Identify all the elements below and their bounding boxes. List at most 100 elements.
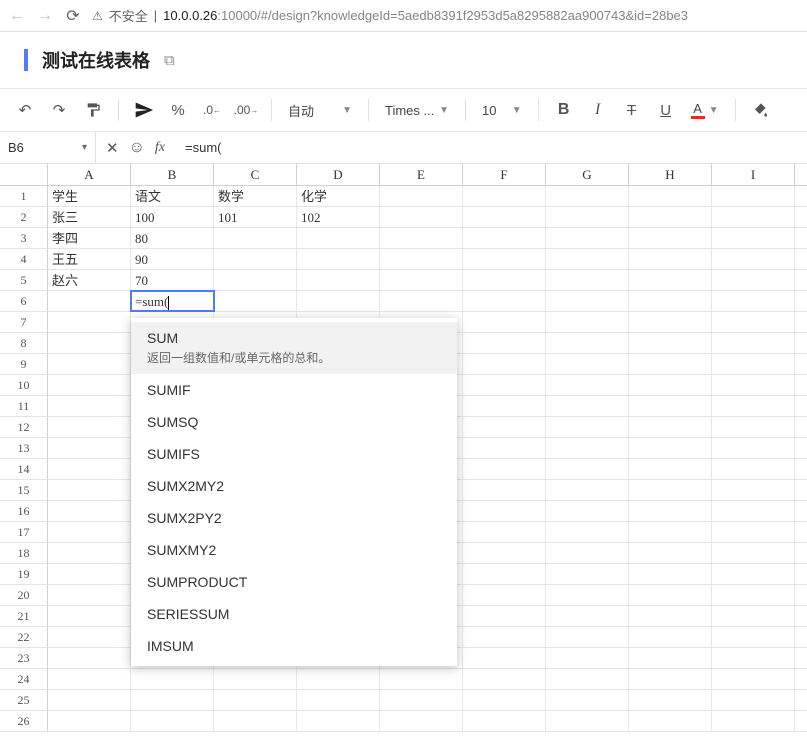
autocomplete-item[interactable]: SUMSQ	[131, 406, 457, 438]
cell[interactable]	[712, 438, 795, 458]
column-header[interactable]: C	[214, 164, 297, 185]
cell[interactable]	[214, 291, 297, 311]
autocomplete-item[interactable]: SUMIF	[131, 374, 457, 406]
column-header[interactable]: E	[380, 164, 463, 185]
cell[interactable]	[546, 228, 629, 248]
autocomplete-item[interactable]: SUMX2MY2	[131, 470, 457, 502]
cell[interactable]	[629, 564, 712, 584]
cell[interactable]	[629, 417, 712, 437]
increase-decimal-button[interactable]: .00→	[233, 96, 259, 124]
cell[interactable]	[463, 543, 546, 563]
row-header[interactable]: 17	[0, 522, 48, 542]
cell[interactable]	[380, 690, 463, 710]
cell[interactable]	[380, 270, 463, 290]
cell[interactable]	[546, 543, 629, 563]
cell[interactable]	[546, 396, 629, 416]
cell[interactable]	[463, 228, 546, 248]
row-header[interactable]: 26	[0, 711, 48, 731]
cell[interactable]	[380, 711, 463, 731]
cell[interactable]	[546, 711, 629, 731]
formula-input[interactable]: =sum(	[175, 140, 807, 155]
cell[interactable]	[629, 249, 712, 269]
cell[interactable]	[546, 648, 629, 668]
column-header[interactable]: F	[463, 164, 546, 185]
cell[interactable]	[629, 480, 712, 500]
cell[interactable]	[48, 417, 131, 437]
cell[interactable]	[48, 291, 131, 311]
cell[interactable]	[214, 690, 297, 710]
cell[interactable]	[629, 291, 712, 311]
cell[interactable]	[463, 648, 546, 668]
cell[interactable]	[629, 354, 712, 374]
cell[interactable]	[463, 249, 546, 269]
cell[interactable]	[712, 501, 795, 521]
cell[interactable]	[546, 459, 629, 479]
cell[interactable]	[463, 501, 546, 521]
column-header[interactable]: A	[48, 164, 131, 185]
cell[interactable]: 数学	[214, 186, 297, 206]
bold-button[interactable]: B	[551, 96, 577, 124]
cell[interactable]	[463, 606, 546, 626]
cell[interactable]	[546, 291, 629, 311]
column-header[interactable]: G	[546, 164, 629, 185]
cell[interactable]	[48, 690, 131, 710]
cell[interactable]	[48, 375, 131, 395]
cell[interactable]: 100	[131, 207, 214, 227]
cell[interactable]	[546, 270, 629, 290]
cell[interactable]: 80	[131, 228, 214, 248]
row-header[interactable]: 14	[0, 459, 48, 479]
cell[interactable]	[629, 207, 712, 227]
open-external-icon[interactable]: ⧉	[164, 52, 175, 69]
cell[interactable]	[629, 228, 712, 248]
cell[interactable]	[712, 249, 795, 269]
row-header[interactable]: 12	[0, 417, 48, 437]
cell[interactable]	[463, 354, 546, 374]
cell[interactable]	[712, 207, 795, 227]
cell[interactable]	[214, 669, 297, 689]
column-header[interactable]: B	[131, 164, 214, 185]
cell[interactable]: 赵六	[48, 270, 131, 290]
cell[interactable]	[297, 270, 380, 290]
cell[interactable]	[712, 564, 795, 584]
cell[interactable]	[131, 711, 214, 731]
row-header[interactable]: 10	[0, 375, 48, 395]
cell[interactable]	[48, 396, 131, 416]
cell[interactable]	[214, 249, 297, 269]
column-header[interactable]: D	[297, 164, 380, 185]
autocomplete-item[interactable]: SUMX2PY2	[131, 502, 457, 534]
emoji-icon[interactable]: ☺	[129, 139, 145, 157]
cell[interactable]	[48, 438, 131, 458]
cell[interactable]	[546, 438, 629, 458]
cell[interactable]	[546, 333, 629, 353]
cell[interactable]	[712, 333, 795, 353]
cell[interactable]	[629, 711, 712, 731]
cell[interactable]	[629, 333, 712, 353]
cell[interactable]	[297, 711, 380, 731]
cancel-formula-icon[interactable]: ✕	[106, 139, 119, 157]
cell[interactable]	[712, 375, 795, 395]
cell[interactable]	[629, 270, 712, 290]
document-title[interactable]: 测试在线表格	[42, 47, 150, 73]
cell[interactable]	[712, 312, 795, 332]
cell[interactable]	[380, 249, 463, 269]
row-header[interactable]: 2	[0, 207, 48, 227]
cell[interactable]	[48, 459, 131, 479]
cell[interactable]	[297, 291, 380, 311]
cell[interactable]	[463, 669, 546, 689]
format-painter-button[interactable]	[80, 96, 106, 124]
row-header[interactable]: 25	[0, 690, 48, 710]
cell[interactable]	[629, 312, 712, 332]
cell[interactable]	[546, 417, 629, 437]
autocomplete-item[interactable]: SUMPRODUCT	[131, 566, 457, 598]
font-family-select[interactable]: Times ...▼	[381, 103, 453, 118]
cell[interactable]	[48, 711, 131, 731]
cell[interactable]	[48, 627, 131, 647]
column-header[interactable]: I	[712, 164, 795, 185]
row-header[interactable]: 9	[0, 354, 48, 374]
back-icon[interactable]: ←	[8, 7, 26, 25]
cell[interactable]	[712, 354, 795, 374]
cell[interactable]	[463, 690, 546, 710]
cell[interactable]	[380, 669, 463, 689]
cell[interactable]	[546, 606, 629, 626]
cell[interactable]	[629, 396, 712, 416]
